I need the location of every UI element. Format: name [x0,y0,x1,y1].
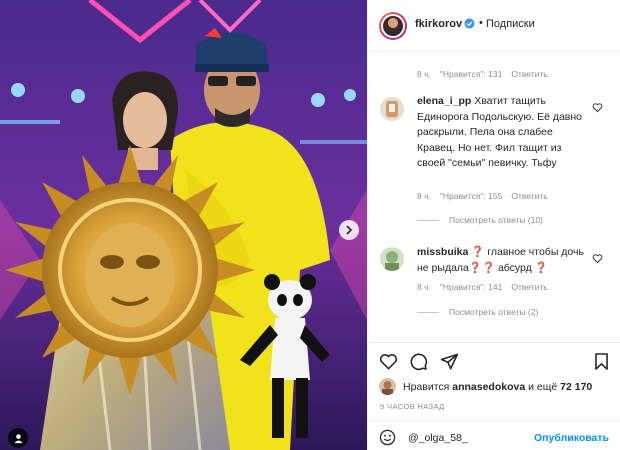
header-separator: • [479,17,483,29]
comment-reply-button[interactable]: Ответить [511,282,547,292]
comments-list[interactable]: 8 ч. "Нравится": 131 Ответить elena_i_pp… [368,52,620,342]
comment-icon[interactable] [409,352,428,371]
view-replies-label: Посмотреть ответы (2) [449,307,539,317]
heart-icon[interactable] [592,102,603,113]
comment-meta: 8 ч. "Нравится": 141 Ответить [417,282,548,292]
comment-reply-button[interactable]: Ответить [511,191,547,201]
comment-likes-count[interactable]: "Нравится": 155 [440,191,502,201]
user-tag-icon [13,433,23,443]
liked-by-row: Нравится annasedokova и ещё 72 170 [379,378,592,395]
comment-reply-button[interactable]: Ответить [511,69,547,79]
previous-comment-meta: 8 ч. "Нравится": 131 Ответить [417,69,548,79]
heart-icon[interactable] [379,352,398,371]
post-header: fkirkorov • Подписки [368,0,620,52]
commenter-avatar[interactable] [380,97,404,121]
likes-count[interactable]: 72 170 [560,381,592,393]
bookmark-icon[interactable] [592,352,611,371]
replies-divider [417,311,439,313]
next-photo-button[interactable] [339,220,359,240]
emoji-icon[interactable] [379,429,396,446]
comment-body: missbuika ❓ главное чтобы дочь не рыдала… [417,245,592,276]
comment-likes-count[interactable]: "Нравится": 141 [440,282,502,292]
view-replies-label: Посмотреть ответы (10) [449,215,543,225]
comment-meta: 8 ч. "Нравится": 155 Ответить [417,191,548,201]
comment-time: 8 ч. [417,69,431,79]
post-photo-image [0,0,367,450]
author-username[interactable]: fkirkorov [415,18,462,30]
commenter-username[interactable]: elena_i_pp [417,95,471,107]
post-timestamp[interactable]: 9 часов назад [380,402,445,411]
following-button[interactable]: Подписки [486,18,535,30]
post-sidebar: fkirkorov • Подписки 8 ч. "Нравится": 13… [367,0,620,450]
comment-body: elena_i_pp Хватит тащить Единорога Подол… [417,94,592,172]
comment-likes-count[interactable]: "Нравится": 131 [440,69,502,79]
view-replies-button[interactable]: Посмотреть ответы (10) [417,215,543,225]
share-icon[interactable] [440,352,459,371]
view-replies-button[interactable]: Посмотреть ответы (2) [417,307,538,317]
user-tags-button[interactable] [8,428,28,448]
liked-by-suffix: и ещё [525,380,561,393]
comment-time: 8 ч. [417,191,431,201]
comment-input[interactable]: @_olga_58_ [408,432,468,444]
liker-avatar[interactable] [379,378,396,395]
comment-input-row: @_olga_58_ Опубликовать [368,420,620,450]
author-avatar[interactable] [379,12,407,40]
post-photo[interactable] [0,0,367,450]
commenter-avatar[interactable] [380,247,404,271]
comment-time: 8 ч. [417,282,431,292]
liked-by-user[interactable]: annasedokova [452,381,525,393]
liked-by-prefix: Нравится [403,380,453,393]
verified-badge-icon [464,18,475,29]
post-actions-bar [368,342,620,378]
chevron-right-icon [346,225,353,235]
heart-icon[interactable] [592,253,603,264]
replies-divider [417,219,439,221]
publish-button[interactable]: Опубликовать [534,432,609,444]
commenter-username[interactable]: missbuika [417,246,468,258]
